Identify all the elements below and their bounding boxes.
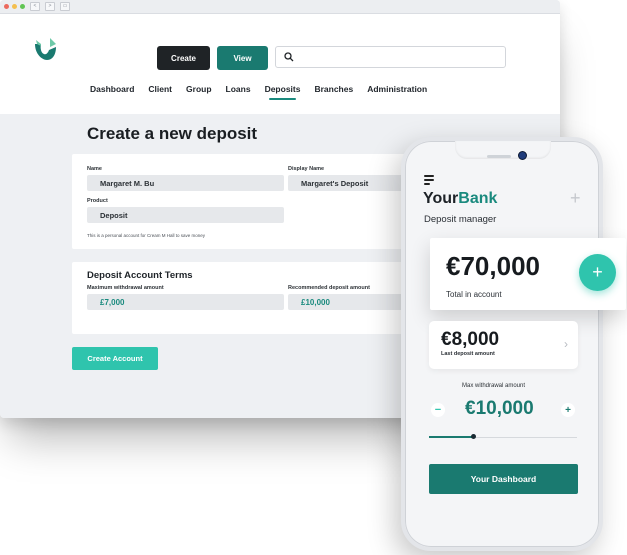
- brand-bank: Bank: [458, 190, 498, 207]
- leaf-check-logo[interactable]: [32, 36, 58, 62]
- minimize-window-icon[interactable]: [12, 4, 17, 9]
- menu-item-client[interactable]: Client: [148, 84, 172, 94]
- increase-button[interactable]: +: [561, 403, 575, 417]
- main-menu: Dashboard Client Group Loans Deposits Br…: [90, 84, 441, 100]
- add-deposit-button[interactable]: +: [579, 254, 616, 291]
- search-input[interactable]: [275, 46, 506, 68]
- close-window-icon[interactable]: [4, 4, 9, 9]
- view-button[interactable]: View: [217, 46, 268, 70]
- menu-item-loans[interactable]: Loans: [226, 84, 251, 94]
- recommended-label: Recommended deposit amount: [288, 285, 370, 291]
- last-deposit-label: Last deposit amount: [441, 351, 495, 357]
- menu-item-dashboard[interactable]: Dashboard: [90, 84, 134, 94]
- phone-camera: [518, 151, 527, 160]
- account-note: This is a personal account for Cream M H…: [87, 233, 206, 238]
- slider-fill: [429, 436, 473, 438]
- total-amount: €70,000: [446, 251, 540, 281]
- max-withdrawal-field[interactable]: £7,000: [87, 294, 284, 310]
- menu-item-administration[interactable]: Administration: [367, 84, 427, 94]
- phone-subtitle: Deposit manager: [424, 214, 497, 225]
- terms-title: Deposit Account Terms: [87, 270, 193, 281]
- brand-your: Your: [423, 190, 459, 207]
- your-dashboard-button[interactable]: Your Dashboard: [429, 464, 578, 494]
- display-name-field[interactable]: Margaret's Deposit: [288, 175, 418, 191]
- brand-name: YourBank: [423, 190, 497, 208]
- add-icon[interactable]: +: [570, 188, 581, 209]
- display-name-label: Display Name: [288, 166, 325, 172]
- menu-item-deposits[interactable]: Deposits: [265, 84, 300, 100]
- chevron-right-icon[interactable]: ›: [564, 337, 568, 351]
- last-deposit-amount: €8,000: [441, 329, 500, 350]
- product-label: Product: [87, 198, 108, 204]
- back-button[interactable]: <: [30, 2, 40, 11]
- search-icon: [284, 52, 294, 62]
- name-label: Name: [87, 166, 102, 172]
- decrease-button[interactable]: −: [431, 403, 445, 417]
- browser-chrome: < > ▭: [0, 0, 560, 14]
- create-button[interactable]: Create: [157, 46, 210, 70]
- product-field[interactable]: Deposit: [87, 207, 284, 223]
- max-withdrawal-label: Maximum withdrawal amount: [87, 285, 164, 291]
- forward-button[interactable]: >: [45, 2, 55, 11]
- phone-speaker: [487, 155, 511, 158]
- slider-handle[interactable]: [471, 434, 476, 439]
- maximize-window-icon[interactable]: [20, 4, 25, 9]
- name-field[interactable]: Margaret M. Bu: [87, 175, 284, 191]
- menu-item-branches[interactable]: Branches: [314, 84, 353, 94]
- menu-item-group[interactable]: Group: [186, 84, 212, 94]
- page-title: Create a new deposit: [87, 124, 258, 143]
- max-withdrawal-amount-label: Max withdrawal amount: [462, 383, 526, 389]
- hamburger-icon[interactable]: [424, 175, 434, 187]
- create-account-button[interactable]: Create Account: [72, 347, 158, 370]
- tab-overview-icon[interactable]: ▭: [60, 2, 70, 11]
- total-label: Total in account: [446, 290, 502, 299]
- max-withdrawal-amount: €10,000: [465, 398, 534, 419]
- recommended-field[interactable]: £10,000: [288, 294, 418, 310]
